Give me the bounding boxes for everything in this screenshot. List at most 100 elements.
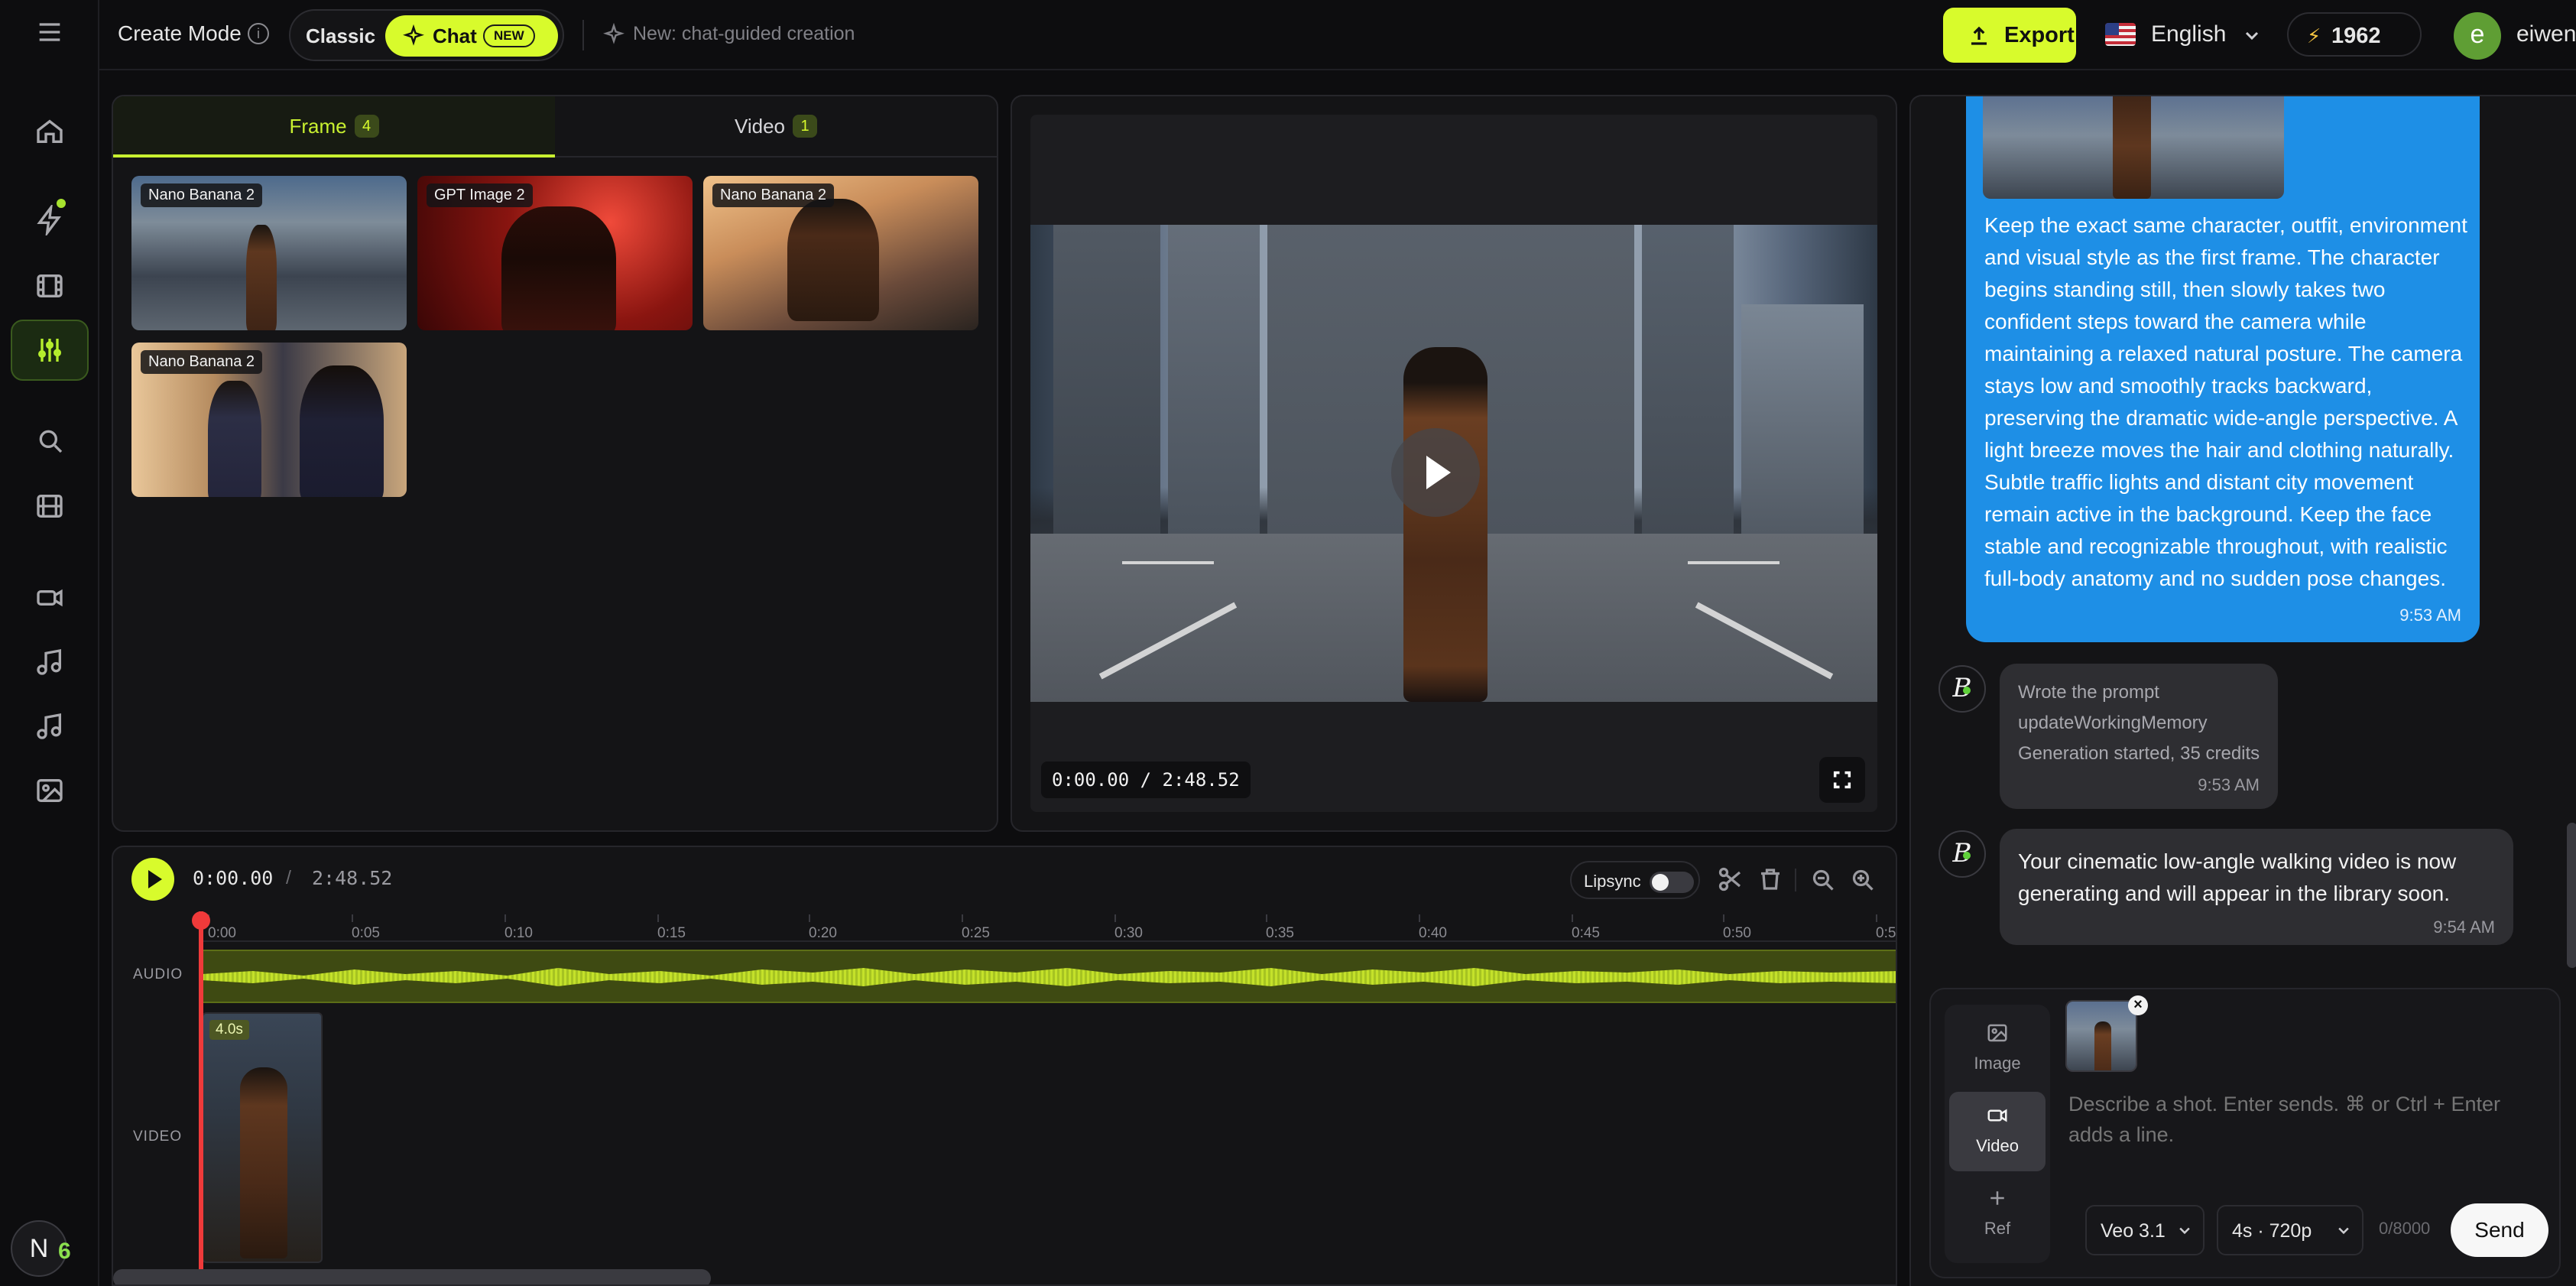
menu-icon[interactable]	[11, 2, 89, 63]
chat-panel: Keep the exact same character, outfit, e…	[1909, 95, 2576, 1286]
timeline-play-button[interactable]	[131, 858, 174, 901]
ruler-tick: 0:15	[657, 914, 686, 941]
music-note-icon[interactable]	[11, 696, 89, 757]
settings-select-value: 4s · 720p	[2232, 1220, 2312, 1242]
upload-icon	[1971, 26, 1987, 45]
home-icon[interactable]	[11, 101, 89, 162]
clip-subject	[240, 1067, 287, 1258]
assistant-avatar: B	[1938, 665, 1986, 713]
trash-icon[interactable]	[1757, 865, 1784, 893]
chevron-down-icon	[2338, 1227, 2349, 1235]
video-mode-button[interactable]: Video	[1949, 1092, 2046, 1171]
toggle-switch[interactable]	[1650, 872, 1694, 893]
credits-count: 1962	[2331, 24, 2381, 48]
zoom-out-icon[interactable]	[1809, 865, 1836, 893]
credits-badge[interactable]: ⚡ 1962	[2287, 12, 2422, 57]
preview-panel	[1011, 95, 1897, 832]
zoom-in-icon[interactable]	[1848, 865, 1876, 893]
chevron-down-icon	[2179, 1227, 2190, 1235]
composer: Image Video Ref × Veo 3.1	[1929, 988, 2561, 1278]
crosswalk-line	[1122, 561, 1214, 564]
clip-duration: 4.0s	[209, 1020, 249, 1040]
chevron-down-icon[interactable]	[2243, 26, 2261, 44]
library-tabs: Frame 4 Video 1	[113, 96, 997, 158]
assistant-avatar: B	[1938, 830, 1986, 878]
frame-thumbnail[interactable]: GPT Image 2	[417, 176, 693, 330]
lipsync-toggle[interactable]: Lipsync	[1570, 861, 1700, 899]
status-line: updateWorkingMemory	[2018, 713, 2208, 733]
timeline-separator: /	[286, 867, 291, 888]
send-button[interactable]: Send	[2451, 1203, 2548, 1257]
tab-video-count: 1	[793, 115, 818, 138]
model-badge: GPT Image 2	[427, 183, 533, 207]
image-subject	[2113, 96, 2151, 199]
filmstrip-icon[interactable]	[11, 476, 89, 537]
sliders-icon[interactable]	[11, 320, 89, 381]
tab-video[interactable]: Video 1	[555, 96, 997, 158]
playhead[interactable]	[192, 911, 210, 1284]
message-timestamp: 9:53 AM	[2198, 775, 2260, 794]
tab-frame-count: 4	[354, 115, 379, 138]
avatar[interactable]: e	[2454, 12, 2501, 60]
frame-thumbnail[interactable]: Nano Banana 2	[131, 343, 407, 497]
play-button[interactable]	[1391, 428, 1480, 517]
audio-track-label: AUDIO	[133, 966, 183, 982]
fullscreen-button[interactable]	[1819, 757, 1865, 803]
thumbnail-subject	[208, 381, 261, 497]
building	[1053, 225, 1160, 534]
divider	[582, 20, 584, 50]
spark-icon[interactable]	[11, 190, 89, 251]
audio-track[interactable]	[202, 950, 1896, 1003]
thumbnail-subject	[246, 225, 277, 330]
frame-thumbnail[interactable]: Nano Banana 2	[703, 176, 978, 330]
tab-frame[interactable]: Frame 4	[113, 96, 555, 158]
horizontal-scrollbar[interactable]	[113, 1269, 711, 1284]
image-icon	[1987, 1024, 2007, 1042]
model-badge: Nano Banana 2	[712, 183, 835, 207]
tab-frame-label: Frame	[289, 115, 347, 138]
ruler-tick: 0:10	[504, 914, 533, 941]
time-ruler[interactable]: 0:00 0:05 0:10 0:15 0:20 0:25 0:30 0:35 …	[202, 911, 1896, 942]
video-mode-label: Video	[1976, 1136, 2019, 1155]
video-clip[interactable]: 4.0s	[202, 1012, 323, 1263]
model-select[interactable]: Veo 3.1	[2085, 1205, 2205, 1255]
language-selector[interactable]: English	[2151, 21, 2226, 47]
remove-attachment-button[interactable]: ×	[2128, 995, 2148, 1015]
ruler-tick: 0:45	[1572, 914, 1600, 941]
prompt-input[interactable]	[2068, 1089, 2542, 1150]
chat-scrollbar[interactable]	[2567, 823, 2576, 968]
classic-mode-button[interactable]: Classic	[306, 24, 375, 48]
page-title: Create Mode	[118, 21, 242, 45]
duration-resolution-select[interactable]: 4s · 720p	[2217, 1205, 2363, 1255]
image-mode-button[interactable]: Image	[1949, 1009, 2046, 1089]
film-icon[interactable]	[11, 255, 89, 317]
frame-thumbnail[interactable]: Nano Banana 2	[131, 176, 407, 330]
timeline-panel: 0:00.00 / 2:48.52 Lipsync 0:00 0:05 0:10…	[112, 846, 1897, 1286]
divider	[1795, 869, 1796, 891]
music-icon[interactable]	[11, 632, 89, 693]
attached-image[interactable]	[2065, 1000, 2137, 1072]
audio-waveform	[202, 968, 1896, 986]
chat-mode-button[interactable]: Chat NEW	[385, 15, 558, 57]
search-icon[interactable]	[11, 410, 89, 471]
info-icon[interactable]: i	[248, 23, 269, 44]
lipsync-label: Lipsync	[1584, 872, 1641, 891]
tab-video-label: Video	[734, 115, 786, 138]
model-badge: Nano Banana 2	[141, 350, 263, 374]
message-image[interactable]	[1983, 96, 2284, 199]
building	[1168, 225, 1260, 534]
status-line: Generation started, 35 credits	[2018, 743, 2260, 764]
camera-icon[interactable]	[11, 567, 89, 628]
mode-switch: Classic Chat NEW	[289, 9, 564, 61]
ruler-tick: 0:25	[962, 914, 990, 941]
video-icon	[1987, 1109, 2007, 1122]
ruler-tick: 0:05	[352, 914, 380, 941]
thumbnail-subject	[501, 206, 616, 330]
username[interactable]: eiwen	[2516, 21, 2576, 47]
image-icon[interactable]	[11, 760, 89, 821]
message-timestamp: 9:54 AM	[2433, 917, 2495, 937]
ref-mode-button[interactable]: Ref	[1949, 1174, 2046, 1254]
model-badge: Nano Banana 2	[141, 183, 263, 207]
export-button[interactable]: Export	[1943, 8, 2076, 63]
scissors-icon[interactable]	[1717, 865, 1744, 893]
